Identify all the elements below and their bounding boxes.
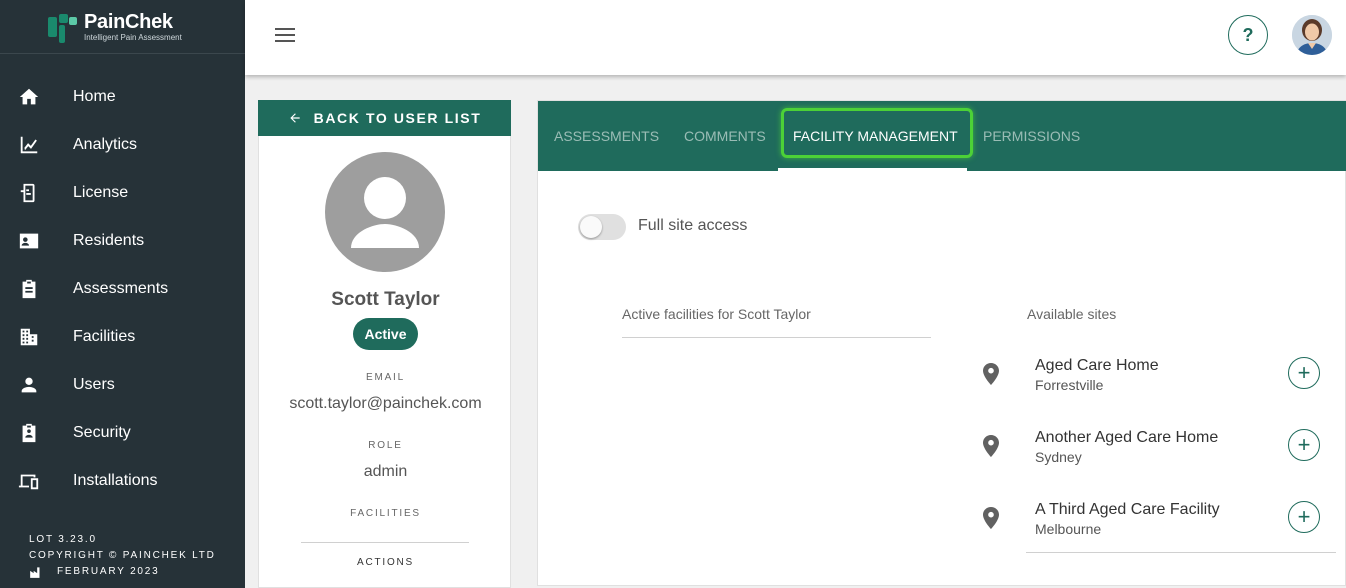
facilities-label: FACILITIES bbox=[350, 508, 421, 519]
top-bar: ? bbox=[245, 0, 1346, 75]
add-site-button[interactable]: + bbox=[1288, 429, 1320, 461]
user-profile-card: Scott Taylor Active EMAIL scott.taylor@p… bbox=[258, 136, 511, 588]
tab-comments[interactable]: COMMENTS bbox=[684, 101, 766, 171]
add-site-button[interactable]: + bbox=[1288, 357, 1320, 389]
sidebar-item-home[interactable]: Home bbox=[0, 73, 245, 121]
sidebar-item-installations[interactable]: Installations bbox=[0, 457, 245, 505]
site-location: Melbourne bbox=[1035, 521, 1102, 537]
brand-name: PainChek bbox=[84, 10, 173, 33]
help-button[interactable]: ? bbox=[1228, 15, 1268, 55]
role-value: admin bbox=[363, 463, 408, 480]
copyright-text: COPYRIGHT © PAINCHEK LTD bbox=[29, 550, 216, 561]
site-name: A Third Aged Care Facility bbox=[1035, 501, 1220, 518]
back-to-user-list-button[interactable]: BACK TO USER LIST bbox=[258, 100, 511, 136]
user-detail-panel: ASSESSMENTS COMMENTS FACILITY MANAGEMENT… bbox=[537, 100, 1346, 586]
location-pin-icon bbox=[983, 507, 999, 529]
user-avatar-placeholder-icon bbox=[325, 152, 445, 272]
full-site-access-toggle[interactable] bbox=[578, 214, 626, 240]
sidebar-item-label: Home bbox=[73, 88, 116, 105]
actions-label[interactable]: ACTIONS bbox=[259, 557, 512, 568]
arrow-left-icon bbox=[289, 113, 300, 123]
residents-icon bbox=[17, 229, 41, 253]
site-location: Forrestville bbox=[1035, 377, 1104, 393]
painchek-logo[interactable]: PainChek Intelligent Pain Assessment bbox=[0, 0, 245, 54]
brand-tagline: Intelligent Pain Assessment bbox=[84, 32, 182, 42]
sidebar-item-label: Facilities bbox=[73, 328, 136, 345]
location-pin-icon bbox=[983, 435, 999, 457]
sidebar-item-label: Analytics bbox=[73, 136, 138, 153]
tab-bar: ASSESSMENTS COMMENTS FACILITY MANAGEMENT… bbox=[538, 101, 1346, 171]
active-facilities-divider bbox=[622, 337, 931, 338]
sidebar: PainChek Intelligent Pain Assessment Hom… bbox=[0, 0, 245, 588]
active-facilities-heading: Active facilities for Scott Taylor bbox=[622, 306, 811, 322]
build-date: FEBRUARY 2023 bbox=[57, 566, 160, 577]
installations-icon bbox=[17, 469, 41, 493]
site-location: Sydney bbox=[1035, 449, 1082, 465]
card-divider bbox=[301, 542, 469, 543]
factory-icon bbox=[30, 567, 40, 578]
add-site-button[interactable]: + bbox=[1288, 501, 1320, 533]
available-site-item: Aged Care Home Forrestville + bbox=[978, 351, 1338, 407]
role-label: ROLE bbox=[368, 440, 403, 451]
license-icon bbox=[17, 181, 41, 205]
sidebar-item-assessments[interactable]: Assessments bbox=[0, 265, 245, 313]
facilities-icon bbox=[17, 325, 41, 349]
hamburger-menu-icon[interactable] bbox=[275, 28, 295, 42]
sidebar-item-label: Installations bbox=[73, 472, 158, 489]
sidebar-item-label: License bbox=[73, 184, 129, 201]
analytics-icon bbox=[17, 133, 41, 157]
users-icon bbox=[17, 373, 41, 397]
status-badge: Active bbox=[353, 318, 418, 350]
full-site-access-label: Full site access bbox=[638, 217, 748, 234]
site-name: Another Aged Care Home bbox=[1035, 429, 1219, 446]
user-name: Scott Taylor bbox=[331, 289, 440, 310]
tab-focus-highlight bbox=[781, 108, 973, 158]
available-site-item: A Third Aged Care Facility Melbourne + bbox=[978, 495, 1338, 551]
sidebar-item-label: Users bbox=[73, 376, 115, 393]
available-sites-divider bbox=[1026, 552, 1336, 553]
sidebar-item-facilities[interactable]: Facilities bbox=[0, 313, 245, 361]
tab-permissions[interactable]: PERMISSIONS bbox=[983, 101, 1080, 171]
sidebar-item-residents[interactable]: Residents bbox=[0, 217, 245, 265]
assessments-icon bbox=[17, 277, 41, 301]
sidebar-item-label: Residents bbox=[73, 232, 145, 249]
profile-avatar[interactable] bbox=[1292, 15, 1332, 55]
toggle-knob bbox=[580, 216, 602, 238]
version-text: LOT 3.23.0 bbox=[29, 534, 97, 545]
location-pin-icon bbox=[983, 363, 999, 385]
available-sites-heading: Available sites bbox=[1027, 306, 1117, 322]
back-button-label: BACK TO USER LIST bbox=[313, 110, 482, 126]
site-name: Aged Care Home bbox=[1035, 357, 1159, 374]
email-value: scott.taylor@painchek.com bbox=[289, 395, 482, 412]
sidebar-item-security[interactable]: Security bbox=[0, 409, 245, 457]
app-footer: LOT 3.23.0 COPYRIGHT © PAINCHEK LTD FEBR… bbox=[29, 532, 216, 580]
sidebar-item-analytics[interactable]: Analytics bbox=[0, 121, 245, 169]
security-icon bbox=[17, 421, 41, 445]
home-icon bbox=[17, 85, 41, 109]
sidebar-item-users[interactable]: Users bbox=[0, 361, 245, 409]
sidebar-item-license[interactable]: License bbox=[0, 169, 245, 217]
email-label: EMAIL bbox=[365, 372, 405, 383]
sidebar-nav: Home Analytics License Residents Assessm… bbox=[0, 73, 245, 505]
painchek-logo-mark bbox=[46, 11, 78, 43]
active-tab-indicator bbox=[778, 168, 967, 171]
sidebar-item-label: Assessments bbox=[73, 280, 169, 297]
tab-assessments[interactable]: ASSESSMENTS bbox=[554, 101, 659, 171]
available-site-item: Another Aged Care Home Sydney + bbox=[978, 423, 1338, 479]
sidebar-item-label: Security bbox=[73, 424, 131, 441]
